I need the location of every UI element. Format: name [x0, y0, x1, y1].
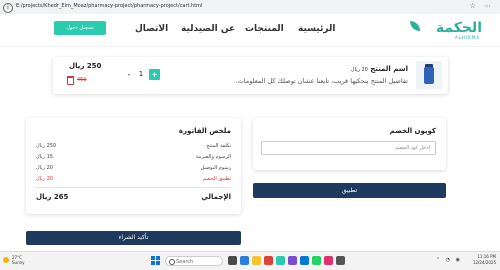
windows-start-icon[interactable]	[151, 256, 160, 265]
coupon-title: كوبون الخصم	[389, 127, 436, 135]
invoice-row-label: تطبيق الخصم	[202, 176, 231, 182]
leaf-icon	[410, 21, 420, 31]
product-description: تفاصيل المنتج بنحكيها قريب، تابعنا عشان …	[235, 77, 408, 85]
logo-text-ar: الحكمة	[435, 20, 482, 36]
coupon-box: كوبون الخصم ادخل كود الخصم	[253, 118, 446, 170]
item-price: 250 ريال	[69, 62, 102, 70]
app-icon[interactable]	[324, 256, 333, 265]
invoice-summary: ملخص الفاتورة تكلفة المنتج 250 ريال الرس…	[26, 118, 241, 214]
taskbar-search[interactable]: Search	[165, 256, 223, 266]
system-tray-icons[interactable]: ⌃ ◔ ◉	[436, 257, 462, 263]
cart-item: اسم المنتج 20 ريال تفاصيل المنتج بنحكيها…	[53, 57, 448, 94]
item-old-price: 45$	[77, 77, 87, 83]
product-name: اسم المنتج 20 ريال	[351, 65, 408, 73]
invoice-total: الإجمالي 265 ريال	[36, 193, 231, 203]
app-icon[interactable]	[288, 256, 297, 265]
invoice-total-label: الإجمالي	[201, 193, 231, 201]
sun-icon	[3, 257, 9, 263]
taskbar-clock[interactable]: 11:16 PM 12/24/2025	[473, 254, 496, 266]
invoice-row: الرسوم والضريبة 15 ريال	[36, 154, 231, 162]
app-icon[interactable]	[336, 256, 345, 265]
invoice-row-value: 15 ريال	[36, 154, 53, 160]
invoice-total-value: 265 ريال	[36, 193, 69, 201]
invoice-row-value: 250 ريال	[36, 143, 57, 149]
coupon-input[interactable]: ادخل كود الخصم	[261, 141, 436, 155]
product-name-text: اسم المنتج	[370, 65, 408, 73]
site-logo[interactable]: الحكمة ALHIKMA	[408, 20, 482, 42]
logo-text-en: ALHIKMA	[455, 35, 480, 40]
taskbar-search-placeholder: Search	[176, 259, 194, 265]
nav-products[interactable]: المنتجات	[245, 24, 284, 34]
quantity-value: 1	[138, 70, 144, 78]
browser-address-bar[interactable]: i E:/projects/Khedr_Elm_Moaz/pharmacy-pr…	[0, 0, 500, 15]
nav-home[interactable]: الرئيسية	[298, 24, 335, 34]
invoice-row-value: 20 ريال	[36, 165, 53, 171]
invoice-row-value: 20 ريال	[36, 176, 53, 182]
divider	[36, 187, 231, 188]
chrome-browser-icon[interactable]	[264, 256, 273, 265]
invoice-title: ملخص الفاتورة	[178, 127, 231, 135]
medicine-bottle-icon	[424, 67, 434, 84]
nav-about[interactable]: عن الصيدلية	[181, 24, 235, 34]
clock-date: 12/24/2025	[472, 260, 496, 265]
invoice-row-label: رسوم التوصيل	[200, 165, 231, 171]
invoice-row: رسوم التوصيل 20 ريال	[36, 165, 231, 173]
invoice-row-discount: تطبيق الخصم 20 ريال	[36, 176, 231, 184]
browser-actions: ☆ ⋯	[469, 2, 494, 10]
info-icon[interactable]: i	[3, 3, 13, 13]
vscode-icon[interactable]	[300, 256, 309, 265]
app-icon[interactable]	[276, 256, 285, 265]
edge-browser-icon[interactable]	[240, 256, 249, 265]
quantity-decrease-button[interactable]: -	[124, 69, 134, 80]
apply-coupon-button[interactable]: تطبيق	[253, 183, 446, 198]
login-button[interactable]: تسجيل دخول	[54, 21, 106, 35]
product-inline-price: 20 ريال	[350, 67, 368, 73]
task-view-icon[interactable]	[228, 256, 237, 265]
quantity-increase-button[interactable]: +	[149, 69, 160, 80]
delete-icon[interactable]	[67, 76, 74, 85]
search-icon	[169, 259, 175, 265]
confirm-purchase-button[interactable]: تأكيد الشراء	[26, 231, 241, 245]
invoice-row-label: تكلفة المنتج	[206, 143, 231, 149]
file-explorer-icon[interactable]	[252, 256, 261, 265]
nav-contact[interactable]: الاتصال	[135, 24, 168, 34]
invoice-row-label: الرسوم والضريبة	[195, 154, 231, 160]
whatsapp-icon[interactable]	[312, 256, 321, 265]
invoice-row: تكلفة المنتج 250 ريال	[36, 143, 231, 151]
url-text[interactable]: E:/projects/Khedr_Elm_Moaz/pharmacy-proj…	[16, 3, 202, 9]
weather-widget[interactable]: 27°C Sunny	[3, 255, 25, 265]
product-image	[416, 61, 442, 89]
taskbar: 27°C Sunny Search ⌃ ◔ ◉ 11:16 PM 12/24/2…	[0, 251, 500, 270]
